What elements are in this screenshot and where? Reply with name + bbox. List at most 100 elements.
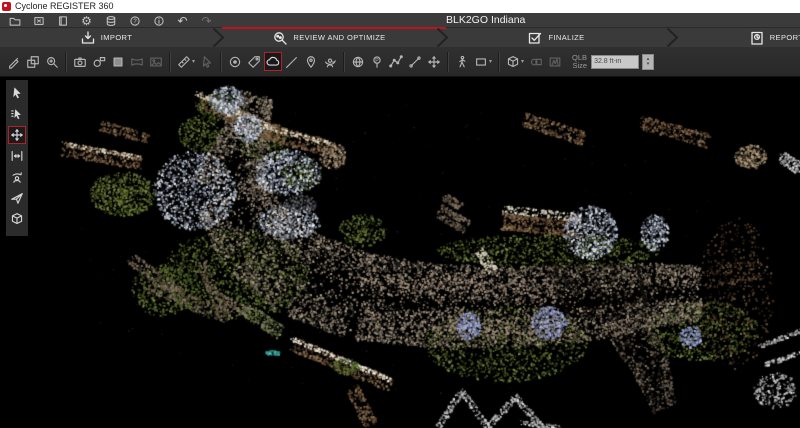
limit-box-button[interactable] [226, 52, 244, 71]
help-button[interactable]: ? [128, 14, 141, 27]
pan-icon [10, 128, 24, 142]
dropdown-caret-icon: ▾ [521, 58, 524, 65]
finalize-icon [527, 30, 543, 46]
pano-sphere-button[interactable] [349, 52, 367, 71]
move-axes-button[interactable] [425, 52, 443, 71]
tab-review-and-optimize[interactable]: REVIEW AND OPTIMIZE [222, 28, 436, 47]
close-project-button[interactable] [32, 14, 45, 27]
image-button[interactable] [147, 52, 165, 71]
setup-pin-icon: P [370, 55, 384, 69]
pick-select-button[interactable] [8, 105, 26, 123]
toolbar-group-5: P [349, 52, 443, 71]
pano-sphere-icon [351, 55, 365, 69]
toolbar-separator [65, 52, 67, 72]
app-logo-icon [2, 2, 11, 11]
select-arrow-icon [10, 86, 24, 100]
move-axes-icon [427, 55, 441, 69]
qlb-label-bottom: Size [572, 62, 587, 70]
info-icon [153, 15, 165, 27]
link-line-button[interactable] [406, 52, 424, 71]
open-project-button[interactable] [8, 14, 21, 27]
view-cube-button[interactable]: ▾ [504, 52, 526, 71]
walkthrough-button[interactable] [453, 52, 471, 71]
view-cube-3d-icon [10, 212, 24, 226]
menu-bar: ⚙?↶↷ BLK2GO Indiana [0, 13, 800, 28]
mesh-button[interactable] [546, 52, 564, 71]
toolbar-separator [220, 52, 222, 72]
image-icon [149, 55, 163, 69]
toolbar-separator [343, 52, 345, 72]
tab-label: REPORT [770, 33, 800, 42]
view-rect-icon [474, 55, 488, 69]
pan-button[interactable] [8, 126, 26, 144]
mesh-icon [548, 55, 562, 69]
color-swatch-icon [111, 55, 125, 69]
navigation-toolbar [6, 80, 28, 236]
qlb-size-control: QLB Size ▴▾ [572, 54, 654, 70]
annotate-pen-icon [7, 55, 21, 69]
toolbar-group-1 [5, 52, 61, 71]
toolbar-group-6: ▾ [453, 52, 494, 71]
select-arrow-button[interactable] [8, 84, 26, 102]
setup-rotate-icon [323, 55, 337, 69]
snapshot-camera-button[interactable] [71, 52, 89, 71]
duplicate-view-button[interactable] [24, 52, 42, 71]
storage-button[interactable] [104, 14, 117, 27]
pick-point-button[interactable] [198, 52, 216, 71]
project-pages-button[interactable] [56, 14, 69, 27]
svg-text:P: P [375, 57, 379, 63]
import-icon [80, 30, 96, 46]
window-close-icon [33, 15, 45, 27]
tab-import[interactable]: IMPORT [0, 28, 212, 47]
qlb-size-label: QLB Size [572, 54, 587, 70]
location-pin-icon [304, 55, 318, 69]
view-rect-button[interactable]: ▾ [472, 52, 494, 71]
redo-button[interactable]: ↷ [200, 14, 213, 27]
book-icon [57, 15, 69, 27]
setup-pin-button[interactable]: P [368, 52, 386, 71]
toolbar-group-2 [71, 52, 165, 71]
settings-button[interactable]: ⚙ [80, 14, 93, 27]
toolbar-separator [169, 52, 171, 72]
pano-camera-icon [92, 55, 106, 69]
zoom-fit-button[interactable] [43, 52, 61, 71]
unify-button[interactable] [527, 52, 545, 71]
dropdown-caret-icon: ▾ [192, 58, 195, 65]
point-cloud-viewport[interactable] [0, 78, 800, 428]
redo-icon: ↷ [201, 15, 211, 27]
about-button[interactable] [152, 14, 165, 27]
toolbar-separator [447, 52, 449, 72]
view-cube-icon [506, 55, 520, 69]
point-cloud-button[interactable] [264, 52, 282, 71]
pano-camera-button[interactable] [90, 52, 108, 71]
folder-icon [9, 15, 21, 27]
qlb-size-input[interactable] [591, 55, 639, 69]
svg-text:?: ? [133, 19, 137, 25]
pick-point-icon [200, 55, 214, 69]
zoom-span-button[interactable] [8, 147, 26, 165]
setup-rotate-button[interactable] [321, 52, 339, 71]
dropdown-caret-icon: ▾ [489, 58, 492, 65]
fly-mode-icon [10, 191, 24, 205]
tab-finalize[interactable]: FINALIZE [446, 28, 666, 47]
swivel-view-button[interactable] [8, 168, 26, 186]
location-pin-button[interactable] [302, 52, 320, 71]
unify-icon [529, 55, 543, 69]
limit-box-icon [228, 55, 242, 69]
link-line-icon [408, 55, 422, 69]
annotate-pen-button[interactable] [5, 52, 23, 71]
color-swatch-button[interactable] [109, 52, 127, 71]
measure-button[interactable]: ▾ [175, 52, 197, 71]
fly-mode-button[interactable] [8, 189, 26, 207]
draw-line-button[interactable] [283, 52, 301, 71]
tag-button[interactable] [245, 52, 263, 71]
view-cube-3d-button[interactable] [8, 210, 26, 228]
panorama-button[interactable] [128, 52, 146, 71]
toolbar-separator [498, 52, 500, 72]
undo-button[interactable]: ↶ [176, 14, 189, 27]
zoom-span-icon [10, 149, 24, 163]
tab-report[interactable]: REPORT [676, 28, 800, 47]
toolbar-group-3: ▾ [175, 52, 216, 71]
qlb-size-spinner[interactable]: ▴▾ [642, 54, 654, 70]
traverse-path-button[interactable] [387, 52, 405, 71]
